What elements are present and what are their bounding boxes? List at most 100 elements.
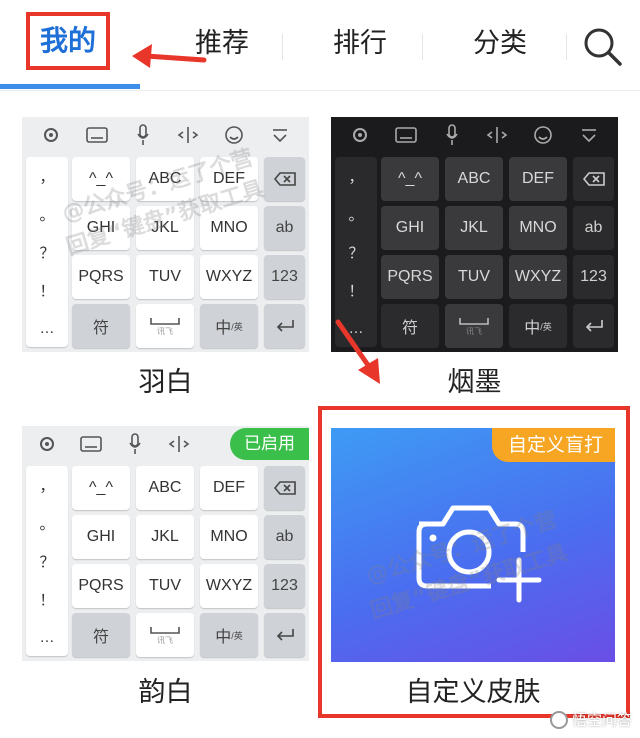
key-jkl: JKL bbox=[136, 515, 194, 559]
key-exclamation: ！ bbox=[39, 282, 55, 300]
keyboard-preview-dark: ， 。 ？ ！ … ^_^ ABC DEF GHI JKL MNO ab PQR… bbox=[331, 117, 618, 352]
backspace-icon bbox=[264, 157, 305, 201]
microphone-icon bbox=[439, 122, 465, 148]
key-chinese-english: 中/英 bbox=[509, 304, 567, 348]
key-123: 123 bbox=[264, 255, 305, 299]
key-ellipsis: … bbox=[39, 319, 55, 337]
microphone-icon bbox=[122, 431, 148, 457]
tab-divider bbox=[282, 34, 283, 60]
key-pqrs: PQRS bbox=[381, 255, 439, 299]
key-period: 。 bbox=[39, 515, 55, 533]
hide-keyboard-icon bbox=[576, 122, 602, 148]
key-abc: ABC bbox=[136, 466, 194, 510]
enter-icon bbox=[264, 304, 305, 348]
keyboard-icon bbox=[393, 122, 419, 148]
keyboard-preview-light: 已启用 ， 。 ？ ！ … ^_^ ABC DEF GHI JKL MNO ab… bbox=[22, 426, 309, 661]
search-icon[interactable] bbox=[582, 26, 624, 68]
keyboard-toolbar bbox=[22, 117, 309, 153]
key-english-sublabel: /英 bbox=[231, 321, 243, 332]
key-exclamation: ！ bbox=[39, 591, 55, 609]
keyboard-icon bbox=[78, 431, 104, 457]
key-tuv: TUV bbox=[136, 564, 194, 608]
tab-category[interactable]: 分类 bbox=[450, 18, 550, 70]
key-def: DEF bbox=[509, 157, 567, 201]
key-abc: ABC bbox=[445, 157, 503, 201]
key-ellipsis: … bbox=[39, 628, 55, 646]
key-space: 讯飞 bbox=[445, 304, 503, 348]
microphone-icon bbox=[130, 122, 156, 148]
backspace-icon bbox=[264, 466, 305, 510]
annotation-arrow-icon bbox=[132, 44, 207, 68]
key-symbol: 符 bbox=[72, 613, 130, 657]
key-mno: MNO bbox=[509, 206, 567, 250]
top-tab-bar: 我的 推荐 排行 分类 bbox=[0, 0, 640, 92]
space-icon bbox=[150, 626, 180, 634]
enabled-badge: 已启用 bbox=[230, 428, 309, 460]
key-wxyz: WXYZ bbox=[509, 255, 567, 299]
key-comma: ， bbox=[39, 477, 55, 495]
key-ghi: GHI bbox=[72, 515, 130, 559]
space-icon bbox=[150, 317, 180, 325]
key-exclamation: ！ bbox=[348, 282, 364, 300]
key-comma: ， bbox=[39, 168, 55, 186]
key-chinese-label: 中 bbox=[524, 320, 541, 337]
keyboard-icon bbox=[84, 122, 110, 148]
cursor-move-icon bbox=[166, 431, 192, 457]
key-pqrs: PQRS bbox=[72, 564, 130, 608]
key-123: 123 bbox=[264, 564, 305, 608]
key-wxyz: WXYZ bbox=[200, 255, 258, 299]
emoji-icon bbox=[530, 122, 556, 148]
key-emoticon: ^_^ bbox=[381, 157, 439, 201]
tab-divider bbox=[566, 34, 567, 60]
logo-icon bbox=[549, 710, 568, 729]
key-ghi: GHI bbox=[381, 206, 439, 250]
space-brand-label: 讯飞 bbox=[157, 326, 173, 336]
enter-icon bbox=[573, 304, 614, 348]
key-jkl: JKL bbox=[445, 206, 503, 250]
key-ab: ab bbox=[573, 206, 614, 250]
key-chinese-label: 中 bbox=[215, 320, 232, 337]
tab-divider bbox=[422, 34, 423, 60]
key-chinese-label: 中 bbox=[215, 629, 232, 646]
skin-name: 羽白 bbox=[138, 367, 193, 398]
key-pqrs: PQRS bbox=[72, 255, 130, 299]
key-space: 讯飞 bbox=[136, 304, 194, 348]
key-ab: ab bbox=[264, 206, 305, 250]
key-chinese-english: 中/英 bbox=[200, 613, 258, 657]
key-emoticon: ^_^ bbox=[72, 466, 130, 510]
keyboard-toolbar bbox=[331, 117, 618, 153]
key-wxyz: WXYZ bbox=[200, 564, 258, 608]
tab-mine[interactable]: 我的 bbox=[26, 12, 110, 70]
space-brand-label: 讯飞 bbox=[157, 635, 173, 645]
key-english-sublabel: /英 bbox=[540, 321, 552, 332]
skin-name: 韵白 bbox=[138, 677, 193, 708]
annotation-arrow-icon bbox=[335, 319, 380, 384]
key-english-sublabel: /英 bbox=[231, 630, 243, 641]
active-tab-indicator bbox=[0, 84, 140, 89]
tab-ranking[interactable]: 排行 bbox=[310, 18, 410, 70]
key-symbol: 符 bbox=[72, 304, 130, 348]
tab-bar-divider bbox=[0, 90, 640, 91]
cursor-move-icon bbox=[484, 122, 510, 148]
key-ab: ab bbox=[264, 515, 305, 559]
key-question: ？ bbox=[348, 244, 364, 262]
gear-icon bbox=[34, 431, 60, 457]
platform-logo: 悟空问答 bbox=[549, 709, 632, 730]
key-comma: ， bbox=[348, 168, 364, 186]
hide-keyboard-icon bbox=[267, 122, 293, 148]
key-period: 。 bbox=[348, 206, 364, 224]
space-brand-label: 讯飞 bbox=[466, 326, 482, 336]
key-question: ？ bbox=[39, 244, 55, 262]
key-tuv: TUV bbox=[445, 255, 503, 299]
enter-icon bbox=[264, 613, 305, 657]
gear-icon bbox=[347, 122, 373, 148]
space-icon bbox=[459, 317, 489, 325]
key-tuv: TUV bbox=[136, 255, 194, 299]
key-space: 讯飞 bbox=[136, 613, 194, 657]
backspace-icon bbox=[573, 157, 614, 201]
key-chinese-english: 中/英 bbox=[200, 304, 258, 348]
key-123: 123 bbox=[573, 255, 614, 299]
key-mno: MNO bbox=[200, 515, 258, 559]
key-def: DEF bbox=[200, 466, 258, 510]
key-question: ？ bbox=[39, 553, 55, 571]
